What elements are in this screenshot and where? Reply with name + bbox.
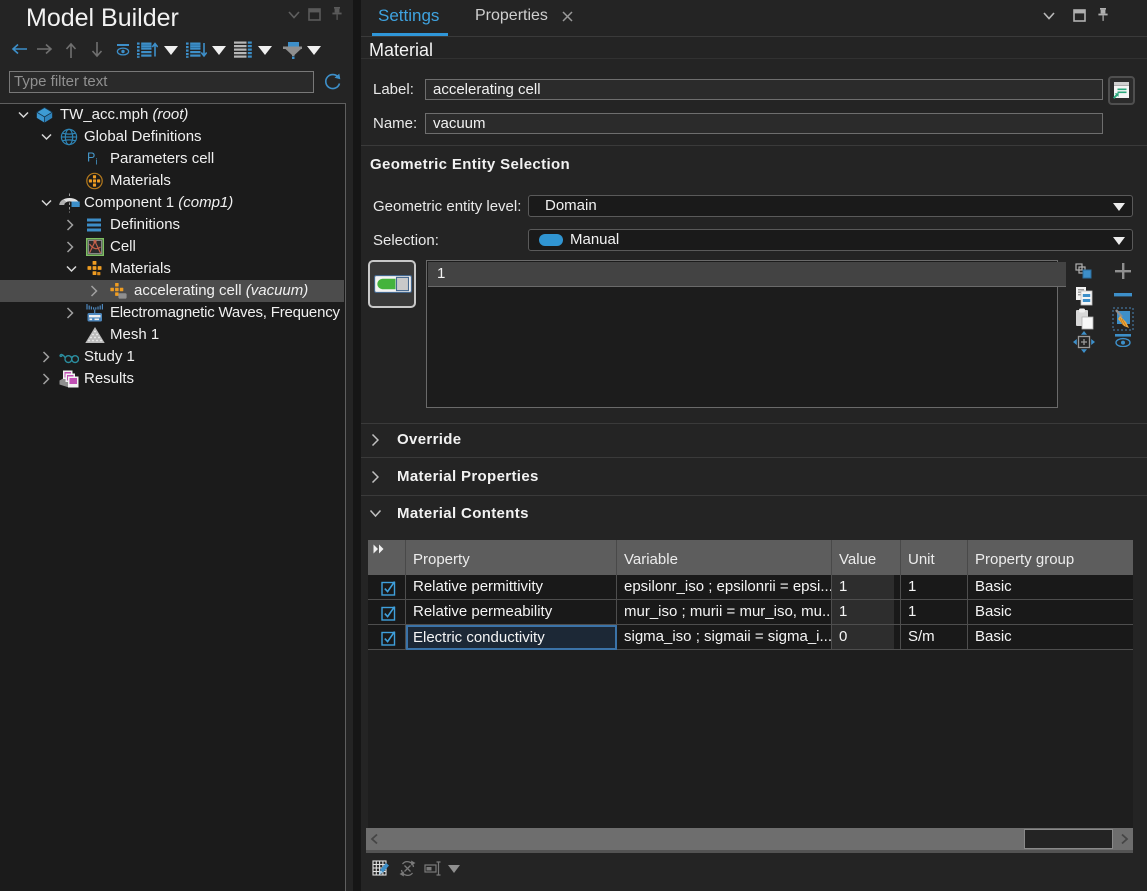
svg-text:i: i bbox=[96, 157, 98, 167]
svg-text:P: P bbox=[87, 152, 95, 165]
